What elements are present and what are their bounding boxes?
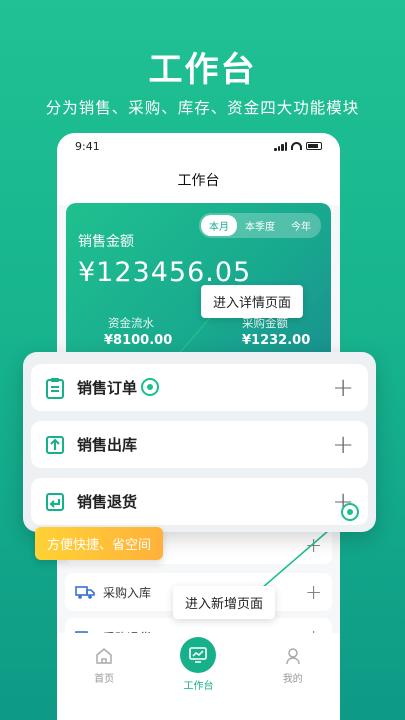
upload-box-icon bbox=[46, 435, 64, 454]
callout-detail: 进入详情页面 bbox=[201, 285, 304, 318]
feature-badge: 方便快捷、省空间 bbox=[35, 527, 164, 560]
return-box-icon bbox=[46, 492, 64, 511]
row-label: 销售出库 bbox=[77, 436, 138, 454]
callout-new: 进入新增页面 bbox=[173, 586, 276, 619]
tap-indicator bbox=[141, 378, 159, 396]
row-label: 销售订单 bbox=[77, 379, 138, 397]
row-sales-outbound[interactable]: 销售出库 + bbox=[31, 421, 368, 468]
row-label: 销售退货 bbox=[77, 493, 138, 511]
sales-popup-menu: 销售订单 + 销售出库 + 销售退货 + bbox=[23, 352, 376, 532]
tap-indicator bbox=[341, 503, 359, 521]
clipboard-icon bbox=[46, 377, 64, 399]
row-sales-order[interactable]: 销售订单 + bbox=[31, 364, 368, 411]
plus-icon[interactable]: + bbox=[332, 432, 354, 458]
row-sales-return[interactable]: 销售退货 + bbox=[31, 478, 368, 525]
plus-icon[interactable]: + bbox=[332, 375, 354, 401]
